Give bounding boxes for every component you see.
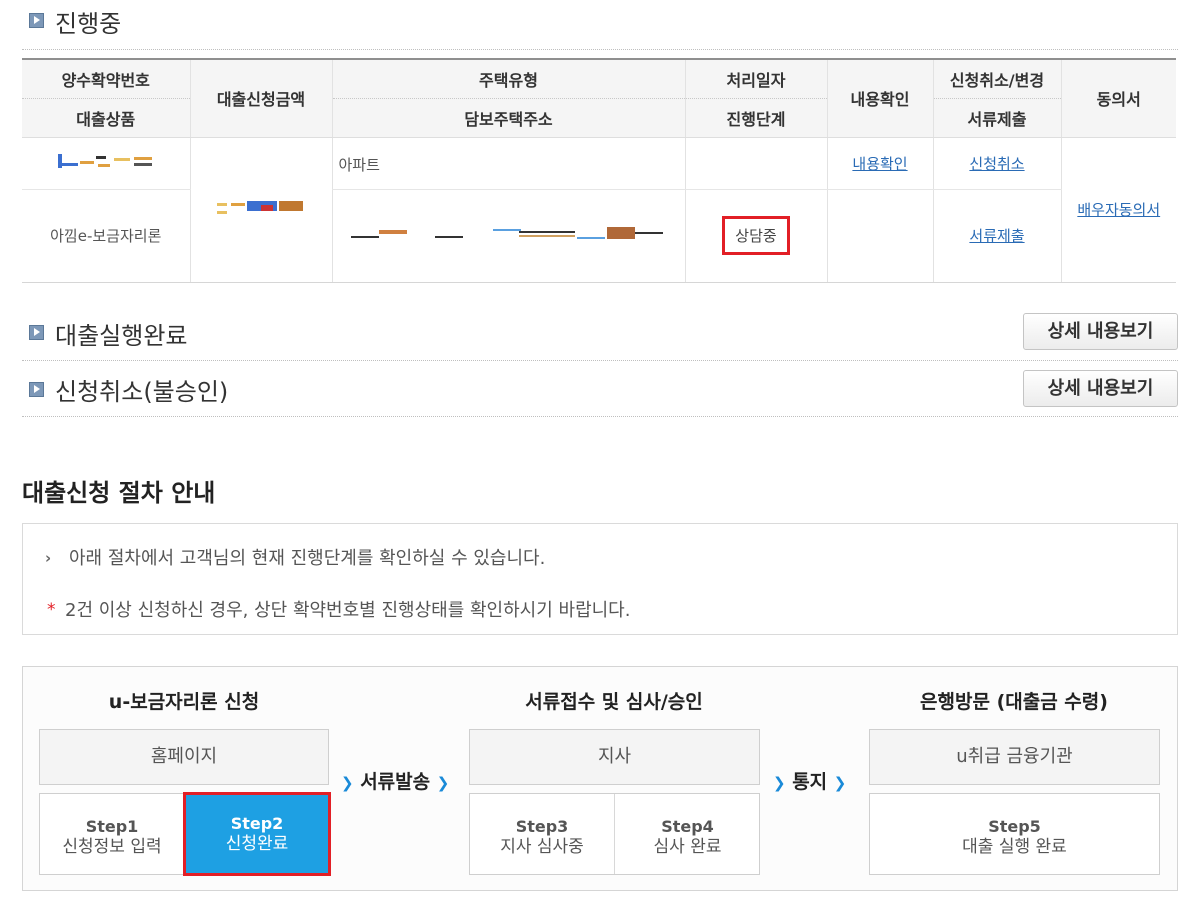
section-cancelled-header: 신청취소(불승인) 상세 내용보기 bbox=[22, 362, 1178, 417]
step-4-label: 심사 완료 bbox=[653, 837, 722, 857]
guide-line-2: 2건 이상 신청하신 경우, 상단 확약번호별 진행상태를 확인하시기 바랍니다… bbox=[65, 600, 631, 621]
guide-line-1: 아래 절차에서 고객님의 현재 진행단계를 확인하실 수 있습니다. bbox=[69, 548, 546, 569]
arrow-notify-label: 통지 bbox=[792, 771, 828, 793]
chevron-right-icon: ❯ bbox=[436, 774, 450, 792]
step-4: Step4 심사 완료 bbox=[615, 794, 760, 874]
loan-done-detail-button[interactable]: 상세 내용보기 bbox=[1023, 313, 1178, 350]
step-2-label: 신청완료 bbox=[225, 834, 289, 854]
guide-title: 대출신청 절차 안내 bbox=[22, 479, 216, 507]
cell-consent: 배우자동의서 bbox=[1060, 137, 1176, 283]
step-1: Step1 신청정보 입력 bbox=[40, 794, 184, 874]
chevron-right-icon: ❯ bbox=[773, 774, 786, 792]
chevron-right-icon: ❯ bbox=[833, 774, 847, 792]
cell-stage: 상담중 bbox=[684, 189, 827, 283]
step-1-label: 신청정보 입력 bbox=[62, 837, 162, 857]
cell-cancel: 신청취소 bbox=[932, 137, 1061, 190]
section-arrow-icon bbox=[29, 382, 44, 397]
cell-content-check: 내용확인 bbox=[826, 137, 933, 190]
header-amount: 대출신청금액 bbox=[189, 58, 332, 138]
step-3-number: Step3 bbox=[515, 817, 569, 836]
section-in-progress-header: 진행중 bbox=[22, 0, 1178, 50]
header-content-check: 내용확인 bbox=[826, 58, 933, 138]
steps-apply-box: Step1 신청정보 입력 Step2 신청완료 bbox=[39, 792, 331, 876]
cell-house-type: 아파트 bbox=[331, 137, 685, 190]
header-contract-no: 양수확약번호 bbox=[22, 58, 190, 99]
cell-doc-submit: 서류제출 bbox=[932, 189, 1061, 283]
step-2-number: Step2 bbox=[230, 814, 284, 833]
redacted-contract-no bbox=[57, 154, 154, 168]
cancelled-detail-button[interactable]: 상세 내용보기 bbox=[1023, 370, 1178, 407]
content-check-link[interactable]: 내용확인 bbox=[852, 155, 907, 173]
guide-box: › 아래 절차에서 고객님의 현재 진행단계를 확인하실 수 있습니다. * 2… bbox=[22, 523, 1178, 635]
box-homepage: 홈페이지 bbox=[39, 729, 329, 785]
cell-address bbox=[331, 189, 685, 283]
cancel-application-link[interactable]: 신청취소 bbox=[969, 155, 1024, 173]
step-5-label: 대출 실행 완료 bbox=[962, 837, 1067, 857]
section-title-in-progress: 진행중 bbox=[55, 10, 122, 38]
header-consent: 동의서 bbox=[1060, 58, 1176, 138]
section-title-cancelled: 신청취소(불승인) bbox=[55, 378, 229, 406]
step-2-current: Step2 신청완료 bbox=[183, 792, 331, 876]
header-product: 대출상품 bbox=[22, 98, 190, 138]
steps-bank-box: Step5 대출 실행 완료 bbox=[869, 793, 1160, 875]
section-title-loan-done: 대출실행완료 bbox=[55, 322, 188, 350]
phase-title-review: 서류접수 및 심사/승인 bbox=[525, 691, 703, 713]
box-financial-institution: u취급 금융기관 bbox=[869, 729, 1160, 785]
stage-status-highlight: 상담중 bbox=[722, 216, 790, 255]
header-address: 담보주택주소 bbox=[331, 98, 685, 138]
step-4-number: Step4 bbox=[661, 817, 714, 836]
doc-submit-link[interactable]: 서류제출 bbox=[969, 227, 1024, 245]
cell-product: 아낌e-보금자리론 bbox=[22, 189, 190, 283]
cell-empty bbox=[826, 189, 933, 283]
header-house-type: 주택유형 bbox=[331, 58, 685, 99]
cell-process-date bbox=[684, 137, 827, 190]
section-arrow-icon bbox=[29, 13, 44, 28]
cell-amount bbox=[189, 137, 332, 283]
header-stage: 진행단계 bbox=[684, 98, 827, 138]
procedure-flow: u-보금자리론 신청 서류접수 및 심사/승인 은행방문 (대출금 수령) 홈페… bbox=[22, 666, 1178, 891]
redacted-address bbox=[350, 226, 667, 241]
chevron-right-icon: ❯ bbox=[341, 774, 354, 792]
section-arrow-icon bbox=[29, 325, 44, 340]
step-5-number: Step5 bbox=[988, 817, 1041, 836]
header-doc-submit: 서류제출 bbox=[932, 98, 1061, 138]
arrow-doc-send-label: 서류발송 bbox=[360, 771, 431, 793]
box-branch: 지사 bbox=[469, 729, 760, 785]
phase-title-bank: 은행방문 (대출금 수령) bbox=[920, 691, 1108, 713]
cell-contract-no bbox=[22, 137, 190, 190]
phase-title-apply: u-보금자리론 신청 bbox=[108, 691, 260, 713]
step-5: Step5 대출 실행 완료 bbox=[870, 794, 1159, 874]
spouse-consent-link[interactable]: 배우자동의서 bbox=[1077, 201, 1160, 219]
step-3: Step3 지사 심사중 bbox=[470, 794, 615, 874]
section-loan-done-header: 대출실행완료 상세 내용보기 bbox=[22, 309, 1178, 361]
asterisk-icon: * bbox=[47, 600, 56, 620]
arrow-doc-send: ❯ 서류발송 ❯ bbox=[341, 767, 449, 794]
step-3-label: 지사 심사중 bbox=[500, 837, 584, 857]
house-type-text: 아파트 bbox=[338, 155, 380, 174]
header-process-date: 처리일자 bbox=[684, 58, 827, 99]
product-text: 아낌e-보금자리론 bbox=[50, 227, 162, 245]
loan-status-table: 양수확약번호 대출신청금액 주택유형 처리일자 내용확인 신청취소/변경 동의서… bbox=[22, 58, 1176, 283]
redacted-amount bbox=[217, 200, 305, 215]
chevron-right-icon: › bbox=[45, 549, 52, 567]
arrow-notify: ❯ 통지 ❯ bbox=[773, 767, 846, 794]
header-cancel-change: 신청취소/변경 bbox=[932, 58, 1061, 99]
steps-review-box: Step3 지사 심사중 Step4 심사 완료 bbox=[469, 793, 760, 875]
step-1-number: Step1 bbox=[85, 817, 139, 836]
